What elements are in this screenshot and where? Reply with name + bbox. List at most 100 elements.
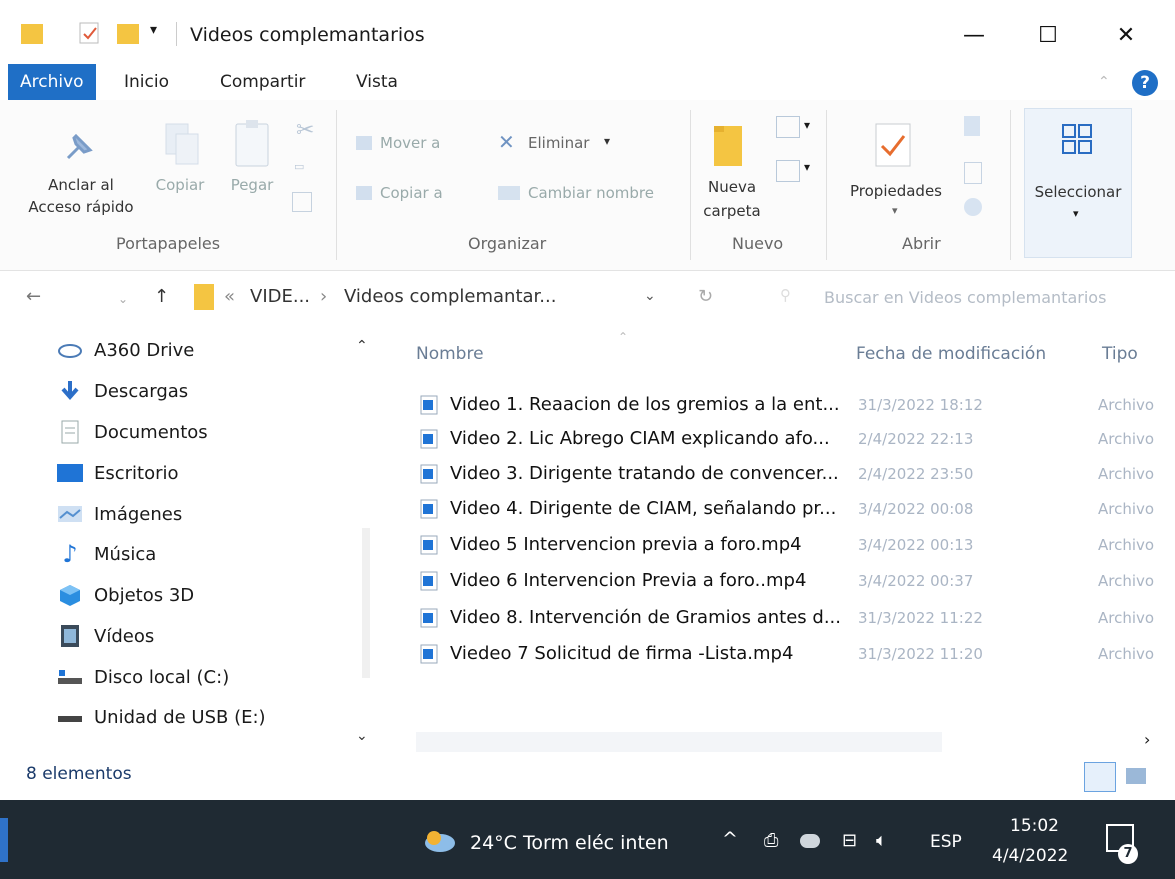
- new-folder-quick-icon[interactable]: [116, 20, 140, 46]
- nav-label: Música: [94, 543, 157, 565]
- nav-item-a360[interactable]: A360 Drive: [56, 334, 194, 366]
- network-icon[interactable]: ⊟: [842, 830, 857, 851]
- file-row[interactable]: Video 5 Intervencion previa a foro.mp4 3…: [400, 530, 1175, 560]
- file-row[interactable]: Video 1. Reaacion de los gremios a la en…: [400, 390, 1175, 420]
- delete-dropdown-icon[interactable]: ▾: [604, 134, 610, 148]
- file-row[interactable]: Video 8. Intervención de Gramios antes d…: [400, 603, 1175, 633]
- nav-item-escritorio[interactable]: Escritorio: [56, 457, 179, 489]
- weather-text[interactable]: 24°C Torm eléc inten: [470, 832, 669, 854]
- delete-icon[interactable]: ✕: [498, 130, 515, 154]
- scroll-up-icon[interactable]: ⌃: [356, 338, 368, 354]
- search-box[interactable]: ⚲ Buscar en Videos complemantarios: [780, 282, 1160, 314]
- column-header-name[interactable]: Nombre: [416, 344, 484, 364]
- taskbar-app-indicator[interactable]: [0, 818, 8, 862]
- refresh-icon[interactable]: ↻: [698, 286, 713, 307]
- copy-to-icon[interactable]: [356, 186, 372, 200]
- properties-icon[interactable]: [874, 122, 914, 174]
- paste-icon[interactable]: [232, 118, 272, 176]
- file-row[interactable]: Viedeo 7 Solicitud de firma -Lista.mp4 3…: [400, 639, 1175, 669]
- help-icon[interactable]: ?: [1132, 70, 1158, 96]
- pin-icon[interactable]: [62, 130, 98, 166]
- file-row[interactable]: Video 2. Lic Abrego CIAM explicando afo.…: [400, 424, 1175, 454]
- address-dropdown-icon[interactable]: ⌄: [644, 288, 656, 304]
- clock-time[interactable]: 15:02: [1010, 816, 1059, 836]
- nav-item-documentos[interactable]: Documentos: [56, 416, 208, 448]
- paste-label[interactable]: Pegar: [224, 176, 280, 194]
- tab-vista[interactable]: Vista: [344, 64, 410, 100]
- new-folder-label-1[interactable]: Nueva: [696, 178, 768, 196]
- nav-item-disco-local[interactable]: Disco local (C:): [56, 661, 229, 693]
- properties-quick-icon[interactable]: [78, 20, 102, 46]
- delete-label[interactable]: Eliminar: [528, 134, 589, 152]
- scroll-down-icon[interactable]: ⌄: [356, 728, 368, 744]
- file-type: Archivo: [1098, 536, 1155, 554]
- group-organizar: Organizar: [468, 234, 547, 253]
- breadcrumb-current[interactable]: Videos complemantar...: [344, 286, 556, 307]
- volume-icon[interactable]: 🔈︎: [876, 830, 887, 851]
- copy-to-label[interactable]: Copiar a: [380, 184, 443, 202]
- column-header-type[interactable]: Tipo: [1102, 344, 1138, 364]
- tab-archivo[interactable]: Archivo: [8, 64, 96, 100]
- horizontal-scrollbar[interactable]: [416, 732, 942, 752]
- large-icons-view-icon[interactable]: [1126, 768, 1146, 784]
- move-to-label[interactable]: Mover a: [380, 134, 440, 152]
- paste-shortcut-icon[interactable]: [292, 192, 312, 212]
- collapse-ribbon-icon[interactable]: ⌃: [1098, 74, 1110, 90]
- clock-date[interactable]: 4/4/2022: [992, 846, 1068, 866]
- up-arrow-icon[interactable]: ↑: [154, 286, 169, 307]
- tab-compartir[interactable]: Compartir: [208, 64, 317, 100]
- cut-icon[interactable]: ✂: [296, 118, 314, 143]
- path-prefix[interactable]: «: [224, 286, 235, 307]
- show-hidden-icons-icon[interactable]: ^: [722, 828, 738, 850]
- maximize-button[interactable]: ☐: [1018, 18, 1078, 54]
- easy-access-icon[interactable]: [776, 160, 800, 182]
- rename-label[interactable]: Cambiar nombre: [528, 184, 654, 202]
- meet-now-icon[interactable]: ⎙: [764, 830, 778, 851]
- nav-item-descargas[interactable]: Descargas: [56, 375, 188, 407]
- minimize-button[interactable]: —: [944, 18, 1004, 54]
- move-to-icon[interactable]: [356, 136, 372, 150]
- nav-item-objetos3d[interactable]: Objetos 3D: [56, 579, 194, 611]
- nav-label: Disco local (C:): [94, 666, 230, 688]
- column-header-date[interactable]: Fecha de modificación: [856, 344, 1046, 364]
- weather-icon[interactable]: [422, 828, 458, 858]
- nav-item-musica[interactable]: ♪ Música: [56, 538, 156, 570]
- properties-label[interactable]: Propiedades: [834, 182, 958, 200]
- easy-access-dropdown-icon[interactable]: ▾: [804, 160, 810, 174]
- file-row[interactable]: Video 4. Dirigente de CIAM, señalando pr…: [400, 494, 1175, 524]
- history-icon[interactable]: [964, 198, 982, 216]
- file-name: Video 1. Reaacion de los gremios a la en…: [450, 394, 840, 415]
- scroll-right-icon[interactable]: ›: [1144, 730, 1150, 749]
- new-folder-label-2[interactable]: carpeta: [696, 202, 768, 220]
- copy-path-icon[interactable]: ▭: [294, 160, 304, 173]
- search-icon: ⚲: [780, 286, 791, 304]
- language-indicator[interactable]: ESP: [930, 832, 962, 852]
- tab-inicio[interactable]: Inicio: [112, 64, 181, 100]
- nav-scrollbar[interactable]: [362, 528, 370, 678]
- breadcrumb-parent[interactable]: VIDE...: [250, 286, 310, 307]
- nav-item-videos[interactable]: Vídeos: [56, 620, 154, 652]
- back-arrow-icon[interactable]: ←: [26, 286, 41, 307]
- pin-label-1[interactable]: Anclar al: [20, 176, 142, 194]
- copy-label[interactable]: Copiar: [150, 176, 210, 194]
- onedrive-icon[interactable]: [800, 834, 820, 848]
- select-button[interactable]: Seleccionar ▾: [1024, 108, 1132, 258]
- rename-icon[interactable]: [498, 186, 520, 200]
- nav-item-imagenes[interactable]: Imágenes: [56, 498, 182, 530]
- file-row[interactable]: Video 3. Dirigente tratando de convencer…: [400, 459, 1175, 489]
- quick-access-dropdown-icon[interactable]: ▾: [150, 22, 174, 48]
- copy-icon[interactable]: [162, 120, 202, 174]
- pin-label-2[interactable]: Acceso rápido: [14, 198, 148, 216]
- close-button[interactable]: ✕: [1096, 18, 1156, 54]
- nav-item-usb[interactable]: Unidad de USB (E:): [56, 701, 266, 733]
- group-abrir: Abrir: [902, 234, 941, 253]
- file-row[interactable]: Video 6 Intervencion Previa a foro..mp4 …: [400, 566, 1175, 596]
- edit-icon[interactable]: [964, 162, 982, 184]
- recent-locations-icon[interactable]: ⌄: [118, 292, 128, 306]
- new-item-icon[interactable]: [776, 116, 800, 138]
- open-icon[interactable]: [964, 116, 980, 136]
- new-folder-icon[interactable]: [712, 122, 746, 172]
- properties-dropdown-icon[interactable]: ▾: [892, 204, 898, 217]
- new-item-dropdown-icon[interactable]: ▾: [804, 118, 810, 132]
- details-view-icon[interactable]: [1084, 762, 1116, 792]
